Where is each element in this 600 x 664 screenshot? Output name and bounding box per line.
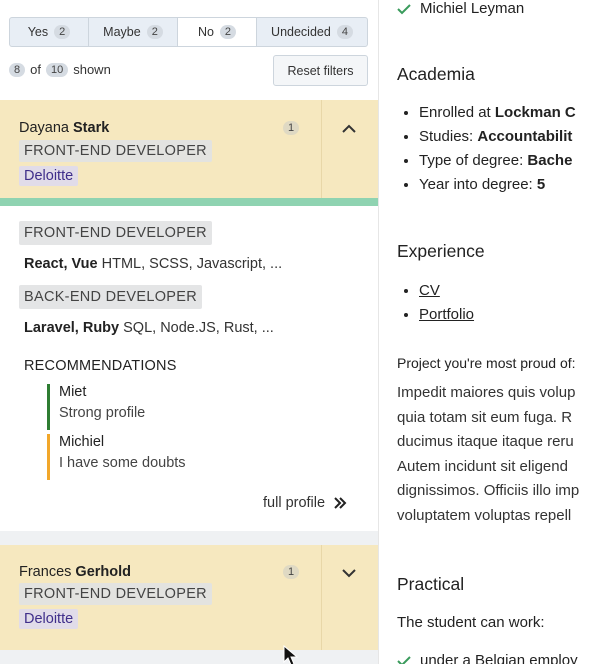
comment-count-badge: 1 xyxy=(283,121,300,135)
academia-label: Studies: xyxy=(419,128,478,145)
filter-yes-button[interactable]: Yes 2 xyxy=(9,17,89,47)
card-divider xyxy=(321,100,322,198)
project-line: quia totam sit eum fuga. R xyxy=(397,408,573,426)
filter-count: 4 xyxy=(336,25,353,39)
candidate-card[interactable]: Dayana Stark 1 FRONT-END DEVELOPER Deloi… xyxy=(0,100,379,198)
full-profile-link[interactable]: full profile xyxy=(263,495,347,511)
academia-label: Type of degree: xyxy=(419,152,528,169)
skill-category-tag: FRONT-END DEVELOPER xyxy=(19,221,212,245)
work-option-text: under a Belgian employ xyxy=(420,652,578,664)
skill-rest: SQL, Node.JS, Rust, ... xyxy=(123,320,274,336)
card-divider xyxy=(321,545,322,650)
skill-list: React, Vue HTML, SCSS, Javascript, ... xyxy=(24,256,282,272)
experience-heading: Experience xyxy=(397,241,485,261)
project-line: ducimus itaque itaque reru xyxy=(397,433,574,450)
first-name: Frances xyxy=(19,564,72,580)
skill-highlight: React, Vue xyxy=(24,256,98,272)
chevron-up-icon[interactable] xyxy=(340,120,358,138)
skill-rest: HTML, SCSS, Javascript, ... xyxy=(101,256,283,272)
portfolio-link[interactable]: Portfolio xyxy=(419,306,474,323)
experience-item: Portfolio xyxy=(419,303,474,327)
academia-list: Enrolled at Lockman C Studies: Accountab… xyxy=(419,101,576,197)
filter-label: Yes xyxy=(27,25,49,39)
comment-count-badge: 1 xyxy=(283,565,300,579)
skill-list: Laravel, Ruby SQL, Node.JS, Rust, ... xyxy=(24,320,274,336)
cv-link[interactable]: CV xyxy=(419,282,440,299)
academia-value: Lockman C xyxy=(494,104,576,121)
recommendation-item: Miet Strong profile xyxy=(47,384,145,430)
academia-value: Bache xyxy=(527,152,573,169)
filter-label: Undecided xyxy=(271,25,331,39)
filter-count: 2 xyxy=(146,25,163,39)
recommender-row: Michiel Leyman xyxy=(397,0,524,17)
work-option-item: under a Belgian employ xyxy=(397,652,578,664)
recommendation-item: Michiel I have some doubts xyxy=(47,434,186,480)
filter-count: 2 xyxy=(54,25,71,39)
card-separator xyxy=(0,650,379,664)
check-icon xyxy=(397,655,411,664)
visible-count: 8 xyxy=(9,62,26,77)
results-count: 8 of 10 shown xyxy=(9,62,111,77)
candidate-name: Frances Gerhold xyxy=(19,564,131,580)
project-description: Impedit maiores quis volup quia totam si… xyxy=(397,381,600,528)
academia-value: Accountabilit xyxy=(477,128,573,145)
last-name: Stark xyxy=(73,120,110,136)
total-count: 10 xyxy=(45,62,69,77)
experience-item: CV xyxy=(419,279,474,303)
filter-label: No xyxy=(197,25,214,39)
decision-status-bar xyxy=(0,198,379,206)
recommendations-heading: RECOMMENDATIONS xyxy=(24,358,177,374)
company-tag: Deloitte xyxy=(19,166,79,186)
skill-category-tag: BACK-END DEVELOPER xyxy=(19,285,202,309)
academia-item: Year into degree: 5 xyxy=(419,173,576,197)
decision-filter-group: Yes 2 Maybe 2 No 2 Undecided 4 xyxy=(9,17,368,47)
project-line: Impedit maiores quis volup xyxy=(397,384,576,401)
recommendation-text: Strong profile xyxy=(59,405,146,421)
candidate-list-panel: Yes 2 Maybe 2 No 2 Undecided 4 8 of 10 s… xyxy=(0,0,379,664)
experience-links: CV Portfolio xyxy=(419,279,474,327)
last-name: Gerhold xyxy=(75,564,132,580)
academia-item: Type of degree: Bache xyxy=(419,149,576,173)
mouse-cursor-icon xyxy=(283,645,299,664)
card-separator xyxy=(0,531,379,545)
company-tag: Deloitte xyxy=(19,609,79,629)
double-chevron-right-icon xyxy=(334,497,347,509)
project-question: Project you're most proud of: xyxy=(397,355,576,371)
skill-highlight: Laravel, Ruby xyxy=(24,320,120,336)
role-tag: FRONT-END DEVELOPER xyxy=(19,583,212,605)
role-tag: FRONT-END DEVELOPER xyxy=(19,140,212,162)
academia-item: Enrolled at Lockman C xyxy=(419,101,576,125)
of-label: of xyxy=(30,62,41,77)
recommender-name: Michiel Leyman xyxy=(420,0,525,17)
reset-filters-button[interactable]: Reset filters xyxy=(273,55,368,86)
candidate-detail-panel: Michiel Leyman Academia Enrolled at Lock… xyxy=(379,0,600,664)
filter-label: Maybe xyxy=(103,25,141,39)
project-line: dignissimos. Officiis illo imp xyxy=(397,482,580,499)
filter-count: 2 xyxy=(219,25,237,39)
chevron-down-icon[interactable] xyxy=(340,564,358,582)
filter-undecided-button[interactable]: Undecided 4 xyxy=(256,17,368,47)
full-profile-label: full profile xyxy=(263,495,326,511)
can-work-label: The student can work: xyxy=(397,614,545,631)
first-name: Dayana xyxy=(19,120,69,136)
check-icon xyxy=(397,3,411,14)
shown-label: shown xyxy=(73,62,111,77)
practical-heading: Practical xyxy=(397,574,465,594)
filter-no-button[interactable]: No 2 xyxy=(177,17,257,47)
academia-label: Year into degree: xyxy=(419,176,537,193)
project-line: Autem incidunt sit eligend xyxy=(397,457,568,475)
academia-label: Enrolled at xyxy=(419,104,495,121)
academia-value: 5 xyxy=(536,176,546,193)
academia-heading: Academia xyxy=(397,64,475,84)
academia-item: Studies: Accountabilit xyxy=(419,125,576,149)
recommendation-text: I have some doubts xyxy=(59,455,186,471)
recommender-name: Miet xyxy=(59,384,87,400)
project-line: voluptatem voluptas repell xyxy=(397,506,572,524)
candidate-name: Dayana Stark xyxy=(19,120,109,136)
filter-maybe-button[interactable]: Maybe 2 xyxy=(88,17,178,47)
candidate-card[interactable]: Frances Gerhold 1 FRONT-END DEVELOPER De… xyxy=(0,545,379,650)
recommender-name: Michiel xyxy=(59,434,105,450)
